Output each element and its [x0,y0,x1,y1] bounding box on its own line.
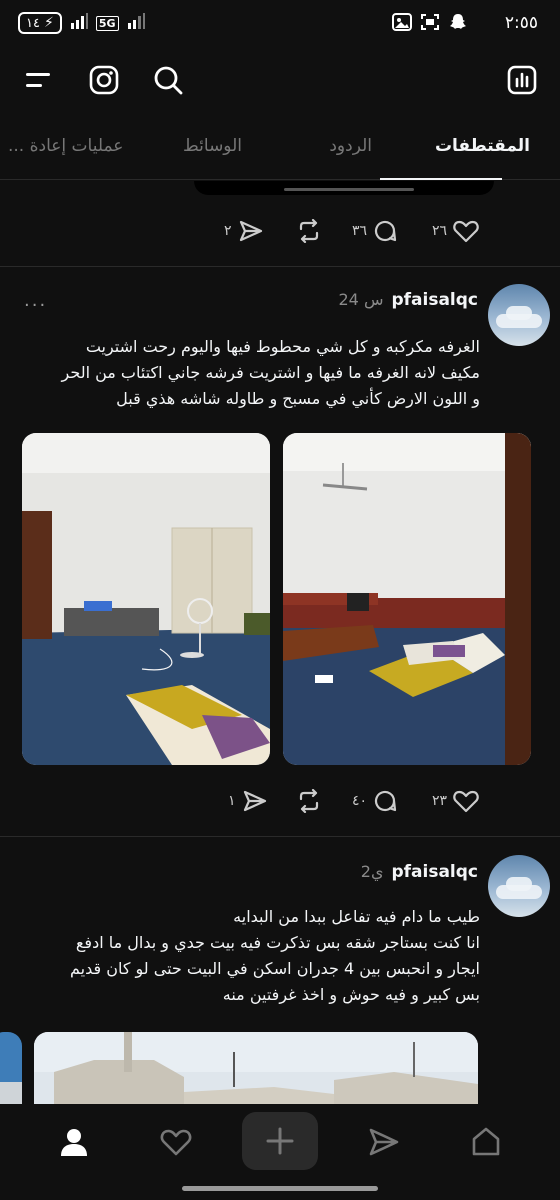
send-icon [239,220,262,242]
menu-icon[interactable] [18,60,58,100]
screenshot-icon [420,13,440,35]
gallery-icon [392,13,412,35]
like-count: ٢٦ [432,223,448,239]
post-time: 2ي [360,862,384,881]
post-text: الغرفه مكركبه و كل شي محطوط فيها واليوم … [62,334,480,412]
heart-icon [453,790,479,813]
charging-icon: ⚡ [43,15,54,31]
reply-button[interactable]: ٤٠ [352,789,397,813]
tab-media[interactable]: الوسائط [183,136,242,156]
post-header: 2ي pfaisalqc [361,862,478,882]
tab-replies[interactable]: الردود [329,136,372,156]
clock: ٢:٥٥ [504,13,538,33]
comment-icon [374,790,397,812]
search-icon[interactable] [148,60,188,100]
post-image[interactable] [283,433,531,765]
username[interactable]: pfaisalqc [391,862,478,882]
post-text-line: ايجار و انحبس بين 4 جدران اسكن في البيت … [69,959,480,978]
signal-icon [70,13,88,33]
profile-tabs: المقتطفات الردود الوسائط عمليات إعادة ..… [0,120,560,180]
status-bar: ١٤ ⚡ 5G ٢:٥٥ [0,0,560,48]
heart-icon[interactable] [146,1114,206,1170]
media-scroll-indicator [284,188,414,191]
post-text-line: طيب ما دام فيه تفاعل ببدا من البدايه [233,907,480,926]
status-right-icons [392,12,468,36]
share-button[interactable]: ١ [228,789,268,813]
post-text-line: مكيف لانه الغرفه ما فيها و اشتريت فرشه ج… [61,363,480,382]
instagram-icon[interactable] [84,60,124,100]
avatar[interactable] [488,284,550,346]
post-text: طيب ما دام فيه تفاعل ببدا من البدايه انا… [70,904,480,1008]
post-image[interactable] [22,433,270,765]
like-button[interactable]: ٢٦ [432,219,479,243]
share-button[interactable]: ٢ [224,219,264,243]
battery-level: ١٤ [26,15,40,31]
send-icon[interactable] [354,1114,414,1170]
network-type: 5G [95,15,119,31]
comment-icon [374,220,397,242]
home-icon[interactable] [456,1114,516,1170]
post-text-line: انا كنت بستاجر شقه بس تذكرت فيه بيت جدي … [75,933,480,952]
like-button[interactable]: ٢٣ [432,789,479,813]
reply-count: ٣٦ [352,223,368,239]
heart-icon [453,220,479,243]
avatar[interactable] [488,855,550,917]
battery-indicator: ١٤ ⚡ [18,12,62,34]
send-icon [243,790,266,812]
repost-icon [299,789,319,813]
like-count: ٢٣ [432,793,448,809]
insights-icon[interactable] [502,60,542,100]
plus-icon [266,1127,294,1155]
post-divider [0,266,560,267]
reply-count: ٤٠ [352,793,368,809]
tab-threads[interactable]: المقتطفات [435,136,530,156]
post-header: 24 س pfaisalqc [338,290,478,310]
repost-button[interactable] [296,219,322,243]
post-text-line: و اللون الارض كأني في مسبح و طاوله شاشه … [116,389,480,408]
repost-icon [299,219,319,243]
share-count: ٢ [224,223,232,239]
top-app-bar [0,52,560,108]
post-divider [0,836,560,837]
post-text-line: الغرفه مكركبه و كل شي محطوط فيها واليوم … [85,337,480,356]
gesture-bar [182,1186,378,1191]
signal-icon-2 [127,13,145,33]
new-post-button[interactable] [242,1112,318,1170]
post-time: 24 س [338,290,384,309]
username[interactable]: pfaisalqc [391,290,478,310]
more-options-icon[interactable]: ... [24,290,47,311]
snapchat-icon [448,12,468,36]
status-left: ١٤ ⚡ 5G [18,12,145,34]
active-tab-indicator [380,178,502,180]
share-count: ١ [228,793,236,809]
post-text-line: بس كبير و فيه حوش و اخذ غرفتين منه [222,985,480,1004]
reply-button[interactable]: ٣٦ [352,219,397,243]
repost-button[interactable] [296,789,322,813]
tab-reposts[interactable]: عمليات إعادة ... [8,136,123,156]
profile-icon[interactable] [44,1114,104,1170]
